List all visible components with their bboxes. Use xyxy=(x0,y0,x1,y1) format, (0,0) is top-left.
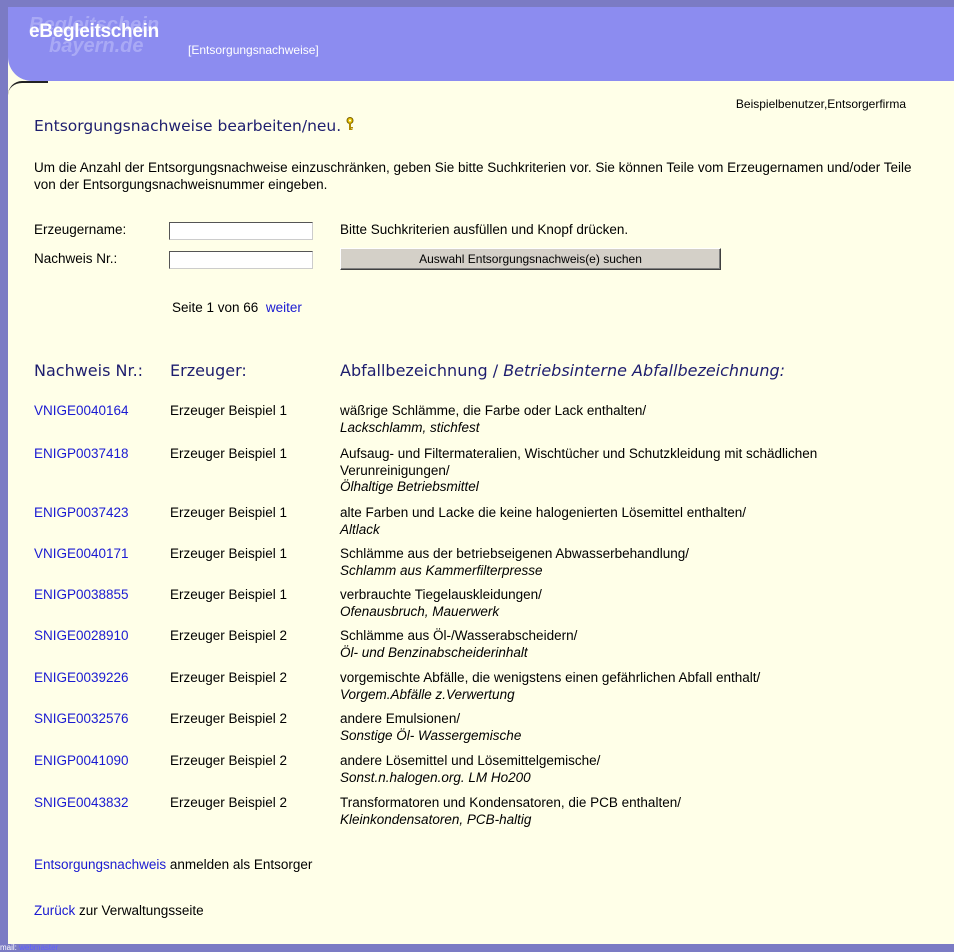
nachweis-nr-link[interactable]: SNIGE0028910 xyxy=(34,628,129,643)
nachweis-nr-link[interactable]: ENIGP0038855 xyxy=(34,587,129,602)
abfall-text: Schlämme aus Öl-/Wasserabscheidern/ xyxy=(340,628,578,643)
erzeuger-cell: Erzeuger Beispiel 2 xyxy=(170,753,288,768)
intern-text: Sonstige Öl- Wassergemische xyxy=(340,727,522,743)
abfall-text: andere Lösemittel und Lösemittelgemische… xyxy=(340,753,601,768)
bottom-frame xyxy=(0,944,954,952)
abfall-cell: vorgemischte Abfälle, die wenigstens ein… xyxy=(340,670,860,703)
nachweis-nr-link[interactable]: SNIGE0043832 xyxy=(34,795,129,810)
register-disposer-line: Entsorgungsnachweis anmelden als Entsorg… xyxy=(34,857,312,872)
pager-text: Seite 1 von 66 xyxy=(172,300,259,315)
col-header-abfall-text: Abfallbezeichnung / xyxy=(340,361,499,380)
abfall-cell: verbrauchte Tiegelauskleidungen/Ofenausb… xyxy=(340,587,860,620)
nachweis-nr-link[interactable]: ENIGP0041090 xyxy=(34,753,129,768)
back-text: zur Verwaltungsseite xyxy=(75,903,204,918)
abfall-text: wäßrige Schlämme, die Farbe oder Lack en… xyxy=(340,403,647,418)
search-hint: Bitte Suchkriterien ausfüllen und Knopf … xyxy=(340,222,629,237)
nachweis-input[interactable] xyxy=(169,251,313,269)
erzeuger-cell: Erzeuger Beispiel 1 xyxy=(170,403,288,418)
window-top-border xyxy=(0,0,954,7)
abfall-cell: Aufsaug- und Filtermateralien, Wischtüch… xyxy=(340,446,860,496)
intern-text: Kleinkondensatoren, PCB-haltig xyxy=(340,811,532,827)
intern-text: Ofenausbruch, Mauerwerk xyxy=(340,603,500,619)
erzeuger-label: Erzeugername: xyxy=(34,222,127,237)
nachweis-nr-link[interactable]: ENIGP0037418 xyxy=(34,446,129,461)
nachweis-nr-link[interactable]: ENIGE0039226 xyxy=(34,670,129,685)
abfall-text: verbrauchte Tiegelauskleidungen/ xyxy=(340,587,542,602)
abfall-text: vorgemischte Abfälle, die wenigstens ein… xyxy=(340,670,761,685)
erzeuger-cell: Erzeuger Beispiel 2 xyxy=(170,711,288,726)
intern-text: Öl- und Benzinabscheiderinhalt xyxy=(340,644,528,660)
abfall-cell: Schlämme aus Öl-/Wasserabscheidern/Öl- u… xyxy=(340,628,860,661)
logo[interactable]: Begleitschein bayern.de eBegleitschein xyxy=(29,15,179,57)
pager: Seite 1 von 66 weiter xyxy=(172,300,302,315)
col-header-intern-text: Betriebsinterne Abfallbezeichnung: xyxy=(503,361,786,380)
col-header-abfall: Abfallbezeichnung / Betriebsinterne Abfa… xyxy=(340,361,785,380)
user-info: Beispielbenutzer,Entsorgerfirma xyxy=(735,97,906,111)
search-button[interactable]: Auswahl Entsorgungsnachweis(e) suchen xyxy=(340,248,721,270)
entsorgungsnachweis-link[interactable]: Entsorgungsnachweis xyxy=(34,857,166,872)
nachweis-nr-link[interactable]: ENIGP0037423 xyxy=(34,505,129,520)
erzeuger-cell: Erzeuger Beispiel 2 xyxy=(170,795,288,810)
back-line: Zurück zur Verwaltungsseite xyxy=(34,903,204,918)
abfall-text: alte Farben und Lacke die keine halogeni… xyxy=(340,505,747,520)
nachweis-nr-link[interactable]: SNIGE0032576 xyxy=(34,711,129,726)
abfall-text: Transformatoren und Kondensatoren, die P… xyxy=(340,795,681,810)
intern-text: Schlamm aus Kammerfilterpresse xyxy=(340,562,543,578)
col-header-nr: Nachweis Nr.: xyxy=(34,361,144,380)
webmaster-mail: mail: webmaster xyxy=(0,944,58,952)
erzeuger-input[interactable] xyxy=(169,222,313,240)
page-title-text: Entsorgungsnachweise bearbeiten/neu. xyxy=(34,117,342,135)
page-title: Entsorgungsnachweise bearbeiten/neu. xyxy=(34,117,355,135)
erzeuger-cell: Erzeuger Beispiel 2 xyxy=(170,670,288,685)
erzeuger-cell: Erzeuger Beispiel 1 xyxy=(170,546,288,561)
nachweis-nr-link[interactable]: VNIGE0040171 xyxy=(34,546,129,561)
abfall-cell: alte Farben und Lacke die keine halogeni… xyxy=(340,505,860,538)
nachweis-nr-link[interactable]: VNIGE0040164 xyxy=(34,403,129,418)
erzeuger-cell: Erzeuger Beispiel 2 xyxy=(170,628,288,643)
left-frame xyxy=(0,7,8,952)
abfall-cell: andere Lösemittel und Lösemittelgemische… xyxy=(340,753,860,786)
intern-text: Sonst.n.halogen.org. LM Ho200 xyxy=(340,769,531,785)
abfall-text: Schlämme aus der betriebseigenen Abwasse… xyxy=(340,546,689,561)
abfall-cell: andere Emulsionen/Sonstige Öl- Wassergem… xyxy=(340,711,860,744)
abfall-text: andere Emulsionen/ xyxy=(340,711,461,726)
header-corner xyxy=(8,81,48,95)
abfall-cell: Transformatoren und Kondensatoren, die P… xyxy=(340,795,860,828)
erzeuger-cell: Erzeuger Beispiel 1 xyxy=(170,587,288,602)
register-disposer-text: anmelden als Entsorger xyxy=(166,857,313,872)
abfall-cell: Schlämme aus der betriebseigenen Abwasse… xyxy=(340,546,860,579)
header-banner: Begleitschein bayern.de eBegleitschein [… xyxy=(8,7,954,81)
intro-text: Um die Anzahl der Entsorgungsnachweise e… xyxy=(34,160,912,192)
back-link[interactable]: Zurück xyxy=(34,903,75,918)
erzeuger-cell: Erzeuger Beispiel 1 xyxy=(170,446,288,461)
mail-label: mail: xyxy=(0,943,17,952)
intern-text: Altlack xyxy=(340,521,380,537)
help-key-icon[interactable] xyxy=(345,117,355,131)
webmaster-link[interactable]: webmaster xyxy=(19,943,58,952)
nachweis-label: Nachweis Nr.: xyxy=(34,251,118,266)
intern-text: Ölhaltige Betriebsmittel xyxy=(340,479,479,494)
intern-text: Lackschlamm, stichfest xyxy=(340,419,480,435)
pager-next-link[interactable]: weiter xyxy=(266,300,302,315)
col-header-erzeuger: Erzeuger: xyxy=(170,361,247,380)
abfall-cell: wäßrige Schlämme, die Farbe oder Lack en… xyxy=(340,403,860,436)
abfall-text: Aufsaug- und Filtermateralien, Wischtüch… xyxy=(340,446,818,478)
header-subtitle: [Entsorgungsnachweise] xyxy=(188,43,319,57)
logo-text: eBegleitschein xyxy=(29,21,159,42)
intern-text: Vorgem.Abfälle z.Verwertung xyxy=(340,686,515,702)
erzeuger-cell: Erzeuger Beispiel 1 xyxy=(170,505,288,520)
